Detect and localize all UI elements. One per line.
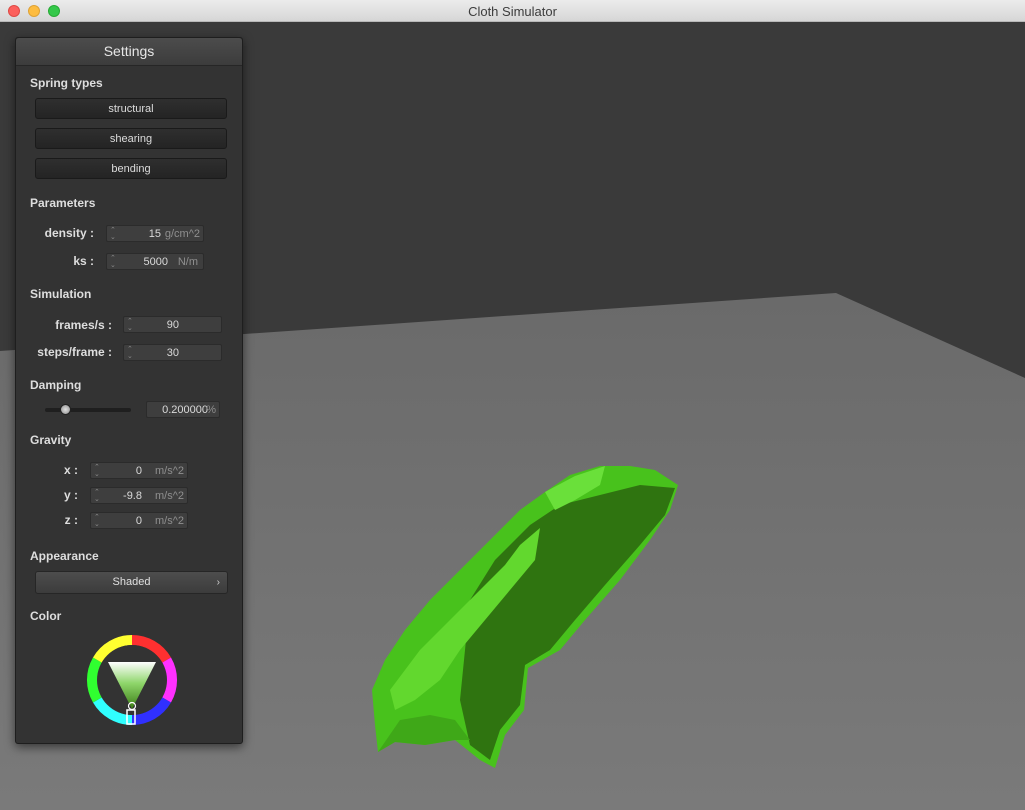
gravity-x-label: x : bbox=[63, 463, 78, 477]
ks-value: 5000 bbox=[143, 256, 168, 268]
density-value: 15 bbox=[148, 228, 161, 240]
ks-input[interactable]: ⌃ ⌄ 5000 N/m bbox=[106, 253, 204, 270]
appearance-heading: Appearance bbox=[30, 549, 99, 563]
damping-slider-knob[interactable] bbox=[60, 404, 71, 415]
steps-value: 30 bbox=[166, 347, 179, 359]
density-input[interactable]: ⌃ ⌄ 15 g/cm^2 bbox=[106, 225, 204, 242]
gravity-y-unit: m/s^2 bbox=[155, 490, 184, 502]
chevron-right-icon: › bbox=[216, 577, 220, 588]
density-unit: g/cm^2 bbox=[164, 228, 200, 240]
fps-input[interactable]: ⌃ ⌄ 90 bbox=[123, 316, 222, 333]
gravity-x-value: 0 bbox=[135, 465, 142, 477]
gravity-z-spinner-icon[interactable]: ⌃ ⌄ bbox=[94, 513, 100, 528]
spring-types-heading: Spring types bbox=[30, 76, 103, 90]
appearance-dropdown[interactable]: Shaded › bbox=[35, 571, 228, 594]
gravity-x-input[interactable]: ⌃ ⌄ 0 m/s^2 bbox=[90, 462, 188, 479]
steps-label: steps/frame : bbox=[37, 345, 112, 359]
gravity-y-input[interactable]: ⌃ ⌄ -9.8 m/s^2 bbox=[90, 487, 188, 504]
ks-unit: N/m bbox=[177, 256, 198, 268]
structural-button[interactable]: structural bbox=[35, 98, 227, 119]
damping-input[interactable]: 0.200000 % bbox=[146, 401, 220, 418]
steps-input[interactable]: ⌃ ⌄ 30 bbox=[123, 344, 222, 361]
gravity-z-input[interactable]: ⌃ ⌄ 0 m/s^2 bbox=[90, 512, 188, 529]
density-spinner-icon[interactable]: ⌃ ⌄ bbox=[110, 226, 116, 241]
density-label: density : bbox=[44, 226, 94, 240]
fps-label: frames/s : bbox=[55, 318, 112, 332]
shearing-button[interactable]: shearing bbox=[35, 128, 227, 149]
color-heading: Color bbox=[30, 609, 62, 623]
parameters-heading: Parameters bbox=[30, 196, 96, 210]
appearance-selected: Shaded bbox=[112, 576, 151, 588]
damping-unit: % bbox=[206, 404, 216, 416]
gravity-y-spinner-icon[interactable]: ⌃ ⌄ bbox=[94, 488, 100, 503]
gravity-heading: Gravity bbox=[30, 433, 72, 447]
gravity-z-label: z : bbox=[64, 513, 78, 527]
steps-spinner-icon[interactable]: ⌃ ⌄ bbox=[127, 345, 133, 360]
gravity-y-label: y : bbox=[63, 488, 78, 502]
bending-button[interactable]: bending bbox=[35, 158, 227, 179]
damping-heading: Damping bbox=[30, 378, 82, 392]
color-wheel[interactable] bbox=[86, 634, 178, 726]
settings-panel: Settings Spring types structural shearin… bbox=[15, 37, 243, 744]
fps-spinner-icon[interactable]: ⌃ ⌄ bbox=[127, 317, 133, 332]
gravity-z-value: 0 bbox=[135, 515, 142, 527]
damping-value: 0.200000 bbox=[162, 404, 208, 416]
gravity-x-spinner-icon[interactable]: ⌃ ⌄ bbox=[94, 463, 100, 478]
ks-label: ks : bbox=[73, 254, 94, 268]
gravity-y-value: -9.8 bbox=[123, 490, 142, 502]
title-bar: Cloth Simulator bbox=[0, 0, 1025, 22]
panel-title[interactable]: Settings bbox=[16, 38, 242, 66]
simulation-heading: Simulation bbox=[30, 287, 92, 301]
gravity-x-unit: m/s^2 bbox=[155, 465, 184, 477]
window-title: Cloth Simulator bbox=[468, 4, 557, 19]
gravity-z-unit: m/s^2 bbox=[155, 515, 184, 527]
fps-value: 90 bbox=[166, 319, 179, 331]
ks-spinner-icon[interactable]: ⌃ ⌄ bbox=[110, 254, 116, 269]
damping-slider-track[interactable] bbox=[45, 408, 131, 412]
